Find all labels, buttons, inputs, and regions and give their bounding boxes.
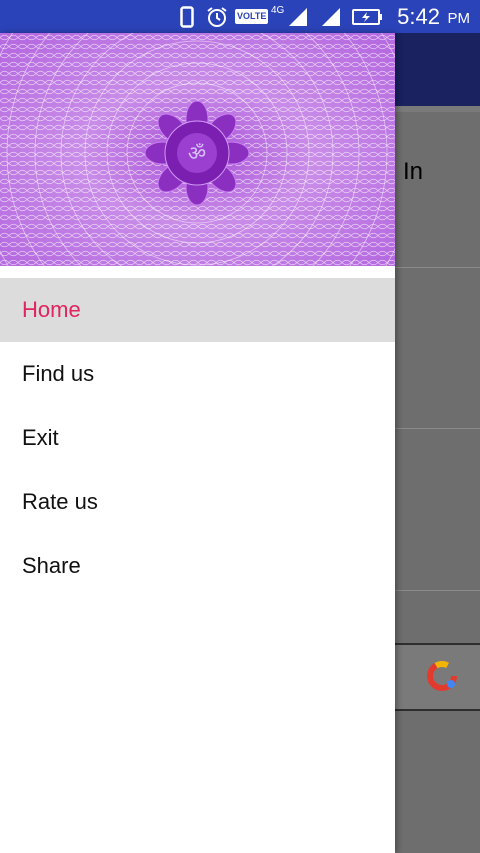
background-divider <box>395 428 480 429</box>
svg-text:ॐ: ॐ <box>188 141 206 165</box>
network-type-label: 4G <box>271 5 285 16</box>
drawer-header-image: ॐ <box>0 33 395 266</box>
menu-item-home[interactable]: Home <box>0 278 395 342</box>
menu-item-label: Find us <box>22 361 95 386</box>
menu-item-find-us[interactable]: Find us <box>0 342 395 406</box>
drawer-menu: Home Find us Exit Rate us Share <box>0 278 395 598</box>
menu-item-label: Exit <box>22 425 59 450</box>
alarm-icon <box>206 0 228 33</box>
menu-item-share[interactable]: Share <box>0 534 395 598</box>
background-app-scrim[interactable]: In <box>395 33 480 853</box>
menu-item-label: Rate us <box>22 489 98 514</box>
signal-icon <box>320 0 342 33</box>
status-bar: VOLTE 4G 5:42 PM <box>0 0 480 33</box>
background-strip <box>395 106 480 112</box>
menu-item-exit[interactable]: Exit <box>0 406 395 470</box>
battery-charging-icon <box>352 0 384 33</box>
crown-chakra-om-mandala: ॐ <box>0 33 395 266</box>
ad-logo-icon <box>427 661 457 691</box>
menu-item-label: Home <box>22 297 81 322</box>
background-divider <box>395 590 480 591</box>
background-divider <box>395 267 480 268</box>
status-ampm: PM <box>447 10 471 27</box>
background-toolbar <box>395 33 480 106</box>
ad-banner[interactable] <box>395 643 480 711</box>
background-text: In <box>403 158 424 185</box>
signal-icon <box>287 0 309 33</box>
navigation-drawer: ॐ Home Find us Exit Rate us Share <box>0 33 395 853</box>
menu-item-rate-us[interactable]: Rate us <box>0 470 395 534</box>
phone-icon <box>180 0 194 33</box>
volte-icon: VOLTE <box>235 0 269 33</box>
status-time: 5:42 <box>397 4 440 29</box>
menu-item-label: Share <box>22 553 81 578</box>
